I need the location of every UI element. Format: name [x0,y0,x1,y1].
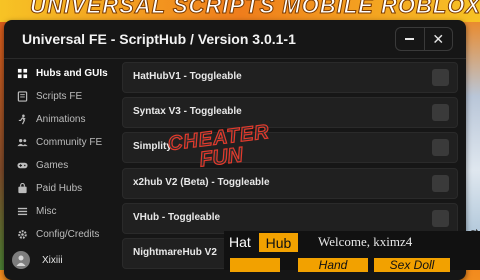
toggle-checkbox[interactable] [432,69,449,86]
sidebar-item-hubs-and-guis[interactable]: Hubs and GUIs [10,62,118,85]
script-label: Syntax V3 - Toggleable [133,106,242,118]
sidebar-item-scripts-fe[interactable]: Scripts FE [10,85,118,108]
sidebar-item-paid-hubs[interactable]: Paid Hubs [10,177,118,200]
hathub-title-hub: Hub [259,233,298,252]
user-icon [16,255,26,266]
minimize-button[interactable] [396,28,425,50]
script-label: HatHubV1 - Toggleable [133,71,242,82]
sidebar: Hubs and GUIs Scripts FE Animations Comm… [10,62,118,246]
script-label: Simplity [133,141,172,153]
sidebar-item-label: Config/Credits [36,229,100,240]
toggle-checkbox[interactable] [432,209,449,227]
minus-icon [405,38,415,40]
title-divider [4,58,466,59]
script-label: VHub - Toggleable [133,211,221,223]
sidebar-item-misc[interactable]: Misc [10,200,118,223]
background-banner: UNIVERSAL SCRIPTS MOBILE ROBLOX [0,0,480,22]
sidebar-item-config-credits[interactable]: Config/Credits [10,223,118,246]
window-title: Universal FE - ScriptHub / Version 3.0.1… [22,31,296,47]
gear-icon [14,229,30,240]
sidebar-item-community-fe[interactable]: Community FE [10,131,118,154]
hathub-welcome: Welcome, kximz4 [318,234,413,249]
toggle-checkbox[interactable] [432,139,449,157]
sidebar-item-label: Misc [36,206,57,217]
sidebar-item-label: Community FE [36,137,103,148]
window-controls: ✕ [395,27,453,51]
sidebar-item-label: Hubs and GUIs [36,68,108,79]
script-label: x2hub V2 (Beta) - Toggleable [133,176,270,188]
list-icon [14,206,30,217]
sidebar-item-games[interactable]: Games [10,154,118,177]
script-label: NightmareHub V2 [133,246,217,258]
close-icon: ✕ [432,30,445,47]
layers-icon [14,68,30,79]
sidebar-item-label: Paid Hubs [36,183,83,194]
sidebar-item-label: Games [36,160,69,171]
close-button[interactable]: ✕ [425,28,453,50]
list-item[interactable]: Syntax V3 - Toggleable [122,97,458,129]
sidebar-item-animations[interactable]: Animations [10,108,118,131]
user-profile[interactable]: Xixiii [12,251,63,269]
banner-text: UNIVERSAL SCRIPTS MOBILE ROBLOX [29,0,480,19]
list-item[interactable]: HatHubV1 - Toggleable [122,62,458,93]
sidebar-item-label: Scripts FE [36,91,83,102]
toggle-checkbox[interactable] [432,174,449,192]
hathub-panel: Hat Hub Welcome, kximz4 Hand Sex Doll [224,231,480,272]
running-icon [14,114,30,125]
gamepad-icon [14,160,30,171]
bag-icon [14,183,30,194]
user-name: Xixiii [42,254,63,266]
users-icon [14,137,30,148]
hathub-title-hat: Hat [229,234,251,250]
toggle-checkbox[interactable] [432,104,449,122]
sidebar-item-label: Animations [36,114,86,125]
scroll-icon [14,91,30,102]
list-item[interactable]: VHub - Toggleable [122,202,458,234]
avatar [12,251,30,269]
